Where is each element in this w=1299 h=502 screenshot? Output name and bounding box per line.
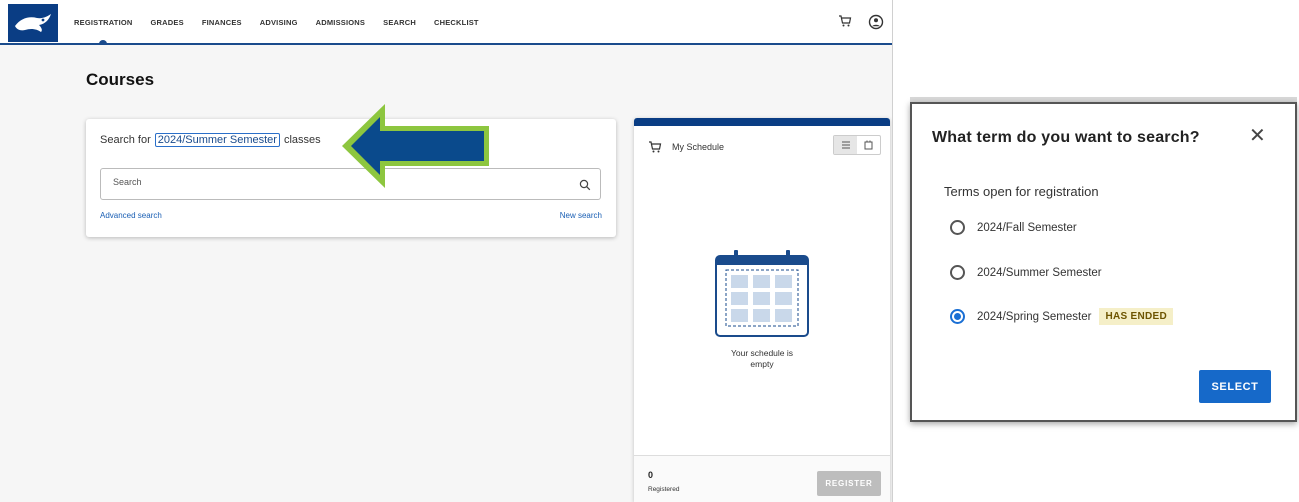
nav-menu: REGISTRATION GRADES FINANCES ADVISING AD… bbox=[74, 0, 479, 45]
search-for-label: Search for bbox=[100, 134, 151, 146]
schedule-view-toggle bbox=[833, 135, 881, 155]
my-schedule-panel: My Schedule Your schedule is empty 0 Reg… bbox=[634, 118, 890, 502]
advanced-search-link[interactable]: Advanced search bbox=[100, 211, 162, 220]
empty-schedule-message: Your schedule is empty bbox=[730, 348, 794, 369]
list-view-icon[interactable] bbox=[834, 136, 857, 154]
dialog-subtitle: Terms open for registration bbox=[944, 184, 1099, 199]
dialog-title: What term do you want to search? bbox=[932, 129, 1200, 146]
schedule-title: My Schedule bbox=[672, 142, 725, 152]
search-icon[interactable] bbox=[579, 178, 591, 196]
user-circle-icon[interactable] bbox=[868, 14, 884, 35]
term-option-summer[interactable]: 2024/Summer Semester bbox=[950, 265, 1102, 280]
term-option-label: 2024/Fall Semester bbox=[977, 221, 1077, 234]
nav-search[interactable]: SEARCH bbox=[383, 18, 416, 27]
app-frame: REGISTRATION GRADES FINANCES ADVISING AD… bbox=[0, 0, 893, 502]
schedule-footer: 0 Registered REGISTER bbox=[634, 455, 890, 502]
radio-button[interactable] bbox=[950, 220, 965, 235]
nav-advising[interactable]: ADVISING bbox=[260, 18, 298, 27]
term-option-label: 2024/Summer Semester bbox=[977, 266, 1102, 279]
empty-calendar-icon bbox=[714, 248, 810, 343]
radio-button-selected[interactable] bbox=[950, 309, 965, 324]
nav-registration[interactable]: REGISTRATION bbox=[74, 18, 133, 44]
annotation-arrow bbox=[338, 102, 493, 195]
status-badge: HAS ENDED bbox=[1099, 308, 1174, 325]
close-icon[interactable]: ✕ bbox=[1249, 126, 1266, 146]
nav-finances[interactable]: FINANCES bbox=[202, 18, 242, 27]
schedule-header-bar bbox=[634, 118, 890, 126]
term-select-dialog: What term do you want to search? ✕ Terms… bbox=[910, 102, 1297, 422]
term-option-spring[interactable]: 2024/Spring Semester HAS ENDED bbox=[950, 308, 1174, 325]
nav-admissions[interactable]: ADMISSIONS bbox=[316, 18, 366, 27]
calendar-view-icon[interactable] bbox=[857, 136, 880, 154]
select-button[interactable]: SELECT bbox=[1199, 370, 1271, 403]
search-term-line: Search for 2024/Summer Semester classes bbox=[100, 133, 321, 147]
register-button[interactable]: REGISTER bbox=[817, 471, 881, 496]
top-navigation: REGISTRATION GRADES FINANCES ADVISING AD… bbox=[0, 0, 892, 45]
cart-icon[interactable] bbox=[838, 14, 852, 33]
classes-label: classes bbox=[283, 134, 321, 146]
term-selector-link[interactable]: 2024/Summer Semester bbox=[154, 133, 280, 147]
nav-grades[interactable]: GRADES bbox=[151, 18, 184, 27]
new-search-link[interactable]: New search bbox=[560, 211, 602, 220]
registered-label: Registered bbox=[648, 486, 680, 493]
term-option-fall[interactable]: 2024/Fall Semester bbox=[950, 220, 1077, 235]
page-title: Courses bbox=[86, 70, 155, 89]
eagle-logo[interactable] bbox=[8, 4, 58, 42]
search-input[interactable] bbox=[111, 176, 561, 188]
term-option-label: 2024/Spring Semester bbox=[977, 310, 1092, 323]
radio-button[interactable] bbox=[950, 265, 965, 280]
registered-count: 0 bbox=[648, 470, 654, 480]
cart-icon bbox=[648, 140, 662, 159]
nav-checklist[interactable]: CHECKLIST bbox=[434, 18, 479, 27]
